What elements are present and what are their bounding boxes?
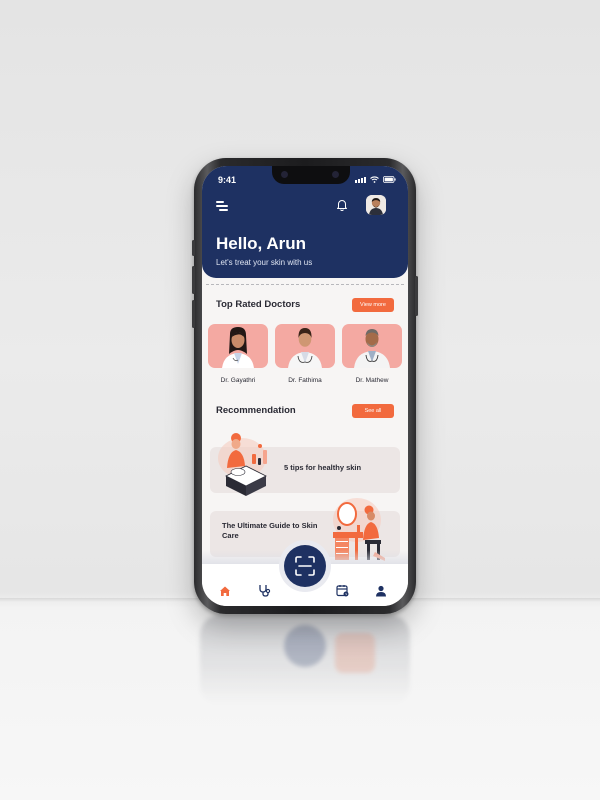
status-time: 9:41 [218,175,237,185]
mute-switch [192,240,195,256]
scan-icon [295,556,315,576]
view-more-button[interactable]: View more [352,298,394,312]
notch [272,166,350,184]
phone-frame: 9:41 Hello, Arun Let's treat your skin w… [192,158,418,614]
scan-button[interactable] [284,545,326,587]
doctor-photo [208,324,268,368]
power-button [415,276,418,316]
recommendation-title: Recommendation [216,405,296,416]
calendar-icon[interactable] [336,584,349,602]
divider [206,284,404,285]
home-icon[interactable] [219,584,231,602]
greeting-title: Hello, Arun [216,234,307,253]
doctor-name: Dr. Gayathri [220,377,256,384]
wifi-icon [370,176,379,183]
profile-icon[interactable] [375,584,387,602]
recommendation-card-title: 5 tips for healthy skin [284,463,362,472]
doctor-card-gayathri[interactable]: Dr. Gayathri [208,324,268,384]
doctor-card-fathima[interactable]: Dr. Fathima [275,324,335,384]
doctor-name: Dr. Fathima [288,377,322,384]
bell-icon[interactable] [336,198,348,216]
greeting-subtitle: Let's treat your skin with us [216,258,313,267]
status-icons [355,176,396,183]
volume-down-button [192,300,195,328]
recommendation-card-title: The Ultimate Guide to Skin Care [222,521,318,541]
stethoscope-icon[interactable] [258,584,271,602]
menu-icon[interactable] [216,200,230,212]
avatar[interactable] [366,195,386,215]
doctor-photo [275,324,335,368]
doctor-name: Dr. Mathew [355,377,389,384]
see-all-button[interactable]: See all [352,404,394,418]
battery-icon [383,176,396,183]
doctor-photo [342,324,402,368]
skincare-illustration [218,433,267,496]
app-screen: 9:41 Hello, Arun Let's treat your skin w… [202,166,408,606]
signal-icon [355,177,366,183]
phone-reflection [200,615,410,705]
volume-up-button [192,266,195,294]
top-rated-title: Top Rated Doctors [216,299,301,310]
doctor-card-mathew[interactable]: Dr. Mathew [342,324,402,384]
